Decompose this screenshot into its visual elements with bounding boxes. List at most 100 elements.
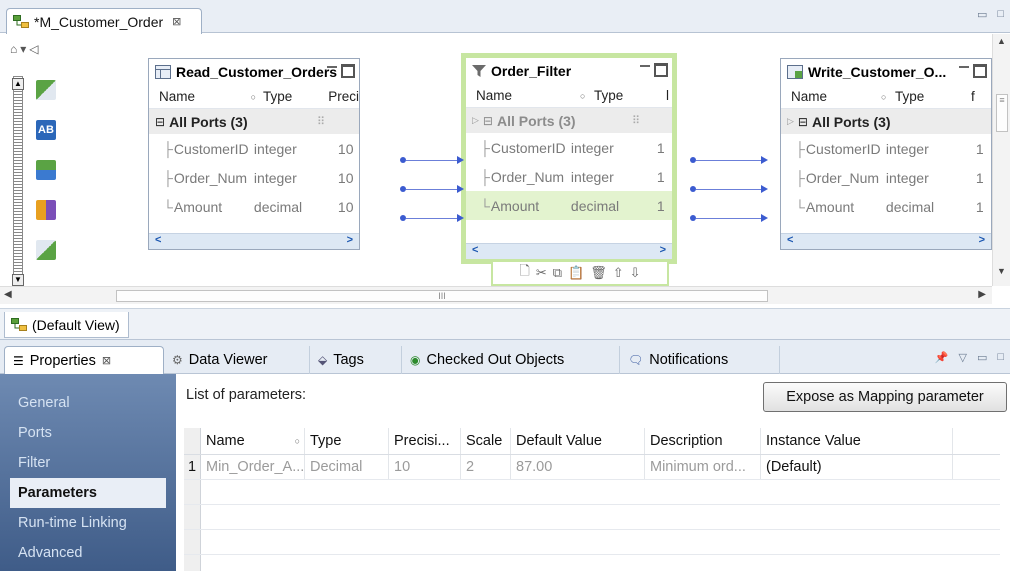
maximize-icon[interactable]: □ — [997, 351, 1004, 364]
scroll-down-icon[interactable]: ▼ — [997, 266, 1006, 276]
nav-item-general[interactable]: General — [0, 388, 176, 418]
column-header-default-value[interactable]: Default Value — [511, 428, 645, 454]
joiner-icon[interactable] — [36, 200, 56, 220]
cell-scale[interactable]: 2 — [461, 455, 511, 479]
new-port-icon[interactable]: 🗋 — [519, 262, 529, 284]
expression-icon[interactable]: AB — [36, 120, 56, 140]
cut-icon[interactable]: ✂ — [536, 265, 547, 281]
object-header[interactable]: Write_Customer_O... — [781, 59, 991, 85]
link-wire[interactable] — [696, 160, 762, 161]
palette-scroll-strip[interactable] — [13, 76, 23, 286]
scroll-right-icon[interactable]: > — [347, 234, 353, 246]
column-header-type[interactable]: Type — [305, 428, 389, 454]
scroll-up-icon[interactable]: ▲ — [997, 36, 1006, 46]
paste-icon[interactable]: 📋 — [568, 265, 584, 281]
column-header-instance-value[interactable]: Instance Value — [761, 428, 953, 454]
object-order-filter[interactable]: Order_Filter Name ○ Type l ▷ ⊟ All Ports… — [461, 53, 677, 264]
minimize-icon[interactable] — [640, 65, 650, 67]
maximize-icon[interactable] — [654, 63, 668, 77]
maximize-icon[interactable] — [973, 64, 987, 78]
collapse-icon[interactable]: ⊟ — [483, 114, 493, 128]
scroll-left-icon[interactable]: < — [155, 234, 161, 246]
port-row[interactable]: ├ CustomerID integer 1 — [781, 134, 991, 163]
scroll-right-icon[interactable]: ▶ — [978, 289, 986, 300]
tab-checked-out-objects[interactable]: ◉ Checked Out Objects — [402, 346, 620, 374]
minimize-icon[interactable]: ▭ — [977, 351, 987, 364]
nav-item-run-time-linking[interactable]: Run-time Linking — [0, 508, 176, 538]
object-write-customer-orders[interactable]: Write_Customer_O... Name ○ Type f ▷ ⊟ Al… — [780, 58, 992, 250]
delete-icon[interactable]: 🗑 — [590, 265, 607, 281]
palette-menu-icon[interactable]: ⌂▾◁ — [10, 42, 42, 56]
mapping-canvas[interactable]: ⌂▾◁ ▲ ▼ AB Read_Customer_Orders Name ○ T… — [0, 34, 1010, 308]
link-wire[interactable] — [406, 218, 458, 219]
port-row[interactable]: ├ Order_Num integer 1 — [781, 163, 991, 192]
scroll-thumb[interactable]: ≡ — [996, 94, 1008, 132]
canvas-vertical-scrollbar[interactable]: ▲ ≡ ▼ — [992, 34, 1010, 286]
object-horizontal-scrollbar[interactable]: < > — [781, 233, 991, 249]
pin-icon[interactable]: 📌 — [935, 351, 949, 364]
link-wire[interactable] — [406, 189, 458, 190]
nav-item-filter[interactable]: Filter — [0, 448, 176, 478]
nav-item-advanced[interactable]: Advanced — [0, 538, 176, 568]
nav-item-parameters[interactable]: Parameters — [10, 478, 166, 508]
canvas-horizontal-scrollbar[interactable]: ◀ III ▶ — [0, 286, 992, 304]
scroll-left-icon[interactable]: < — [787, 234, 793, 246]
maximize-icon[interactable]: □ — [997, 8, 1004, 21]
cell-precision[interactable]: 10 — [389, 455, 461, 479]
tab-tags[interactable]: ⬙ Tags — [310, 346, 402, 374]
minimize-icon[interactable] — [959, 66, 969, 68]
tab-properties[interactable]: ☰ Properties ⊠ — [4, 346, 164, 374]
object-header[interactable]: Order_Filter — [466, 58, 672, 84]
nav-item-ports[interactable]: Ports — [0, 418, 176, 448]
cell-default-value[interactable]: 87.00 — [511, 455, 645, 479]
column-header-name[interactable]: Name ○ — [201, 428, 305, 454]
port-row[interactable]: ├ CustomerID integer 10 — [149, 134, 359, 163]
cell-type[interactable]: Decimal — [305, 455, 389, 479]
lookup-icon[interactable] — [36, 160, 56, 180]
port-row[interactable]: ├ CustomerID integer 1 — [466, 133, 672, 162]
move-down-icon[interactable]: ⇩ — [630, 265, 641, 281]
port-row[interactable]: ├ Order_Num integer 1 — [466, 162, 672, 191]
editor-tab-mapping[interactable]: *M_Customer_Order ⊠ — [6, 8, 202, 34]
port-row[interactable]: ├ Order_Num integer 10 — [149, 163, 359, 192]
object-horizontal-scrollbar[interactable]: < > — [149, 233, 359, 249]
link-wire[interactable] — [696, 218, 762, 219]
cell-instance-value[interactable]: (Default) — [761, 455, 953, 479]
scroll-right-icon[interactable]: > — [660, 244, 666, 256]
palette-scroll-up-icon[interactable]: ▲ — [12, 78, 24, 90]
link-wire[interactable] — [406, 160, 458, 161]
collapse-icon[interactable]: ⊟ — [155, 115, 165, 129]
scroll-right-icon[interactable]: > — [979, 234, 985, 246]
object-read-customer-orders[interactable]: Read_Customer_Orders Name ○ Type Preci ⊟… — [148, 58, 360, 250]
palette-scroll-down-icon[interactable]: ▼ — [12, 274, 24, 286]
scroll-left-icon[interactable]: < — [472, 244, 478, 256]
minimize-icon[interactable] — [327, 66, 337, 68]
copy-icon[interactable]: ⧉ — [553, 265, 562, 281]
column-header-precision[interactable]: Precisi... — [389, 428, 461, 454]
view-menu-icon[interactable]: ▽ — [958, 351, 966, 364]
expose-as-mapping-parameter-button[interactable]: Expose as Mapping parameter — [763, 382, 1007, 412]
link-wire[interactable] — [696, 189, 762, 190]
view-tab-default[interactable]: (Default View) — [4, 312, 129, 338]
collapse-icon[interactable]: ⊟ — [798, 115, 808, 129]
table-row[interactable]: 1 Min_Order_A... Decimal 10 2 87.00 Mini… — [184, 455, 1000, 480]
expand-arrow-icon[interactable]: ▷ — [787, 116, 794, 127]
all-ports-group[interactable]: ⊟ All Ports (3) ⠿ — [149, 109, 359, 134]
close-icon[interactable]: ⊠ — [172, 15, 181, 28]
scroll-left-icon[interactable]: ◀ — [4, 289, 12, 300]
port-row[interactable]: └ Amount decimal 10 — [149, 192, 359, 221]
tab-notifications[interactable]: 🗨 Notifications — [620, 346, 780, 374]
port-row-selected[interactable]: └ Amount decimal 1 — [466, 191, 672, 220]
column-header-description[interactable]: Description — [645, 428, 761, 454]
cell-description[interactable]: Minimum ord... — [645, 455, 761, 479]
move-up-icon[interactable]: ⇧ — [613, 265, 624, 281]
scroll-thumb[interactable]: III — [116, 290, 768, 302]
maximize-icon[interactable] — [341, 64, 355, 78]
close-icon[interactable]: ⊠ — [102, 354, 111, 367]
tab-data-viewer[interactable]: ⚙ Data Viewer — [164, 346, 310, 374]
cell-name[interactable]: Min_Order_A... — [201, 455, 305, 479]
column-header-scale[interactable]: Scale — [461, 428, 511, 454]
object-header[interactable]: Read_Customer_Orders — [149, 59, 359, 85]
object-horizontal-scrollbar[interactable]: < > — [466, 243, 672, 259]
port-row[interactable]: └ Amount decimal 1 — [781, 192, 991, 221]
